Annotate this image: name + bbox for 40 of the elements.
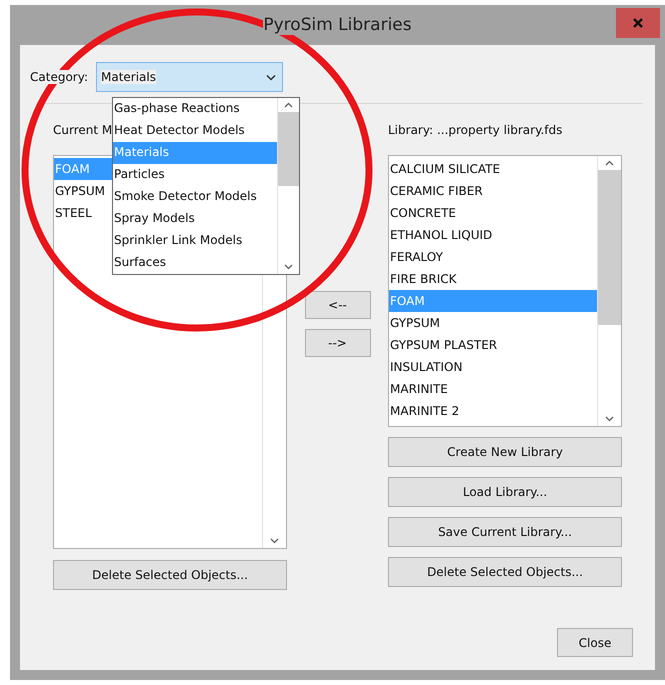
list-item[interactable]: FERALOY [389,246,597,268]
library-button[interactable]: Save Current Library... [388,517,622,547]
scrollbar[interactable] [277,98,299,274]
scroll-up-icon[interactable] [284,102,293,108]
list-item[interactable]: CERAMIC FIBER [389,180,597,202]
dropdown-option[interactable]: Gas-phase Reactions [113,98,277,120]
list-item[interactable]: MARINITE 2 [389,400,597,422]
window-title: PyroSim Libraries [263,15,412,35]
close-icon [632,17,644,29]
dropdown-option[interactable]: Spray Models [113,208,277,230]
library-button[interactable]: Delete Selected Objects... [388,557,622,587]
list-item[interactable]: GYPSUM PLASTER [389,334,597,356]
library-button[interactable]: Create New Library [388,437,622,467]
close-button[interactable]: Close [557,628,633,657]
list-item[interactable]: CALCIUM SILICATE [389,158,597,180]
delete-button[interactable]: Delete Selected Objects... [53,560,287,590]
category-label: Category: [30,70,88,84]
list-label: Library: ...property library.fds [388,122,562,136]
scroll-down-icon[interactable] [270,538,279,544]
category-dropdown[interactable]: Materials [96,62,283,92]
list-item[interactable]: FIRE BRICK [389,268,597,290]
list-label: Current M [53,122,112,136]
scrollbar[interactable] [597,156,621,426]
library-button[interactable]: Load Library... [388,477,622,507]
dropdown-option[interactable]: Smoke Detector Models [113,186,277,208]
transfer-button[interactable]: <-- [304,291,370,319]
scroll-up-icon[interactable] [605,160,614,166]
list-item[interactable]: CONCRETE [389,202,597,224]
list-item[interactable]: INSULATION [389,356,597,378]
scroll-down-icon[interactable] [605,416,614,422]
close-button[interactable] [616,8,660,38]
dropdown-option[interactable]: Particles [113,164,277,186]
list-item[interactable]: GYPSUM [389,312,597,334]
dropdown-option[interactable]: Surfaces [113,252,277,274]
dropdown-option[interactable]: Heat Detector Models [113,120,277,142]
list-item[interactable]: MARINITE [389,378,597,400]
dropdown-option[interactable]: Sprinkler Link Models [113,230,277,252]
scroll-down-icon[interactable] [284,264,293,270]
list-item[interactable]: ETHANOL LIQUID [389,224,597,246]
transfer-button[interactable]: --> [304,329,370,357]
